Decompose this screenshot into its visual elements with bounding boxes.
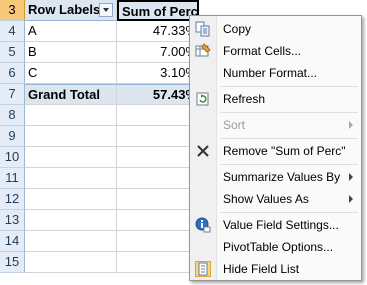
empty-cell[interactable] bbox=[117, 252, 199, 273]
value-cell[interactable]: 3.10% bbox=[117, 63, 199, 84]
menu-item-format-cells[interactable]: Format Cells... bbox=[192, 41, 359, 61]
empty-cell[interactable] bbox=[117, 147, 199, 168]
row-label-cell[interactable]: C bbox=[25, 63, 117, 84]
row-number-13[interactable]: 13 bbox=[0, 210, 25, 231]
row-labels-text: Row Labels bbox=[28, 2, 101, 17]
menu-item-refresh[interactable]: Refresh bbox=[192, 89, 359, 109]
row-label-cell[interactable]: A bbox=[25, 21, 117, 42]
menu-item-sort: Sort bbox=[192, 115, 359, 135]
field-settings-icon bbox=[195, 217, 211, 233]
empty-cell[interactable] bbox=[25, 252, 117, 273]
menu-item-value-field-settings[interactable]: Value Field Settings... bbox=[192, 215, 359, 235]
menu-item-number-format[interactable]: Number Format... bbox=[192, 63, 359, 83]
copy-icon bbox=[195, 21, 211, 37]
row-number-5[interactable]: 5 bbox=[0, 42, 25, 63]
field-list-icon bbox=[195, 261, 211, 277]
menu-item-label: Remove "Sum of Perc" bbox=[223, 144, 346, 158]
value-cell[interactable]: 47.33% bbox=[117, 21, 199, 42]
row-number-8[interactable]: 8 bbox=[0, 105, 25, 126]
menu-item-pivottable-options[interactable]: PivotTable Options... bbox=[192, 237, 359, 257]
menu-item-copy[interactable]: Copy bbox=[192, 19, 359, 39]
empty-cell[interactable] bbox=[25, 147, 117, 168]
empty-cell[interactable] bbox=[25, 126, 117, 147]
row-number-9[interactable]: 9 bbox=[0, 126, 25, 147]
row-labels-header[interactable]: Row Labels bbox=[25, 0, 117, 21]
row-number-14[interactable]: 14 bbox=[0, 231, 25, 252]
menu-item-show-values-as[interactable]: Show Values As bbox=[192, 189, 359, 209]
menu-item-label: Show Values As bbox=[223, 192, 309, 206]
menu-item-label: Sort bbox=[223, 118, 246, 132]
row-number-6[interactable]: 6 bbox=[0, 63, 25, 84]
empty-cell[interactable] bbox=[117, 126, 199, 147]
row-number-11[interactable]: 11 bbox=[0, 168, 25, 189]
empty-cell[interactable] bbox=[25, 231, 117, 252]
grand-total-value[interactable]: 57.43% bbox=[117, 84, 199, 105]
row-number-4[interactable]: 4 bbox=[0, 21, 25, 42]
menu-item-label: Copy bbox=[223, 22, 252, 36]
empty-cell[interactable] bbox=[117, 105, 199, 126]
menu-item-label: Hide Field List bbox=[223, 262, 300, 276]
empty-cell[interactable] bbox=[117, 210, 199, 231]
grand-total-label[interactable]: Grand Total bbox=[25, 84, 117, 105]
empty-cell[interactable] bbox=[117, 231, 199, 252]
context-menu: Copy Format Cells... Number Format... Re… bbox=[189, 15, 362, 281]
sum-of-perc-header[interactable]: Sum of Perc bbox=[117, 0, 199, 21]
menu-separator bbox=[220, 212, 358, 213]
row-number-10[interactable]: 10 bbox=[0, 147, 25, 168]
format-cells-icon bbox=[195, 43, 211, 59]
menu-item-label: Summarize Values By bbox=[223, 170, 341, 184]
empty-cell[interactable] bbox=[117, 168, 199, 189]
menu-item-hide-field-list[interactable]: Hide Field List bbox=[192, 259, 359, 279]
row-number-3[interactable]: 3 bbox=[0, 0, 25, 21]
row-number-15[interactable]: 15 bbox=[0, 252, 25, 273]
menu-separator bbox=[220, 86, 358, 87]
menu-item-remove-field[interactable]: Remove "Sum of Perc" bbox=[192, 141, 359, 161]
row-number-7[interactable]: 7 bbox=[0, 84, 25, 105]
row-label-cell[interactable]: B bbox=[25, 42, 117, 63]
menu-separator bbox=[220, 112, 358, 113]
filter-dropdown-icon[interactable] bbox=[99, 3, 113, 17]
empty-cell[interactable] bbox=[25, 189, 117, 210]
empty-cell[interactable] bbox=[25, 168, 117, 189]
menu-item-label: Refresh bbox=[223, 92, 266, 106]
refresh-icon bbox=[195, 91, 211, 107]
menu-item-label: Value Field Settings... bbox=[223, 218, 339, 232]
close-icon bbox=[195, 143, 211, 159]
menu-item-label: Number Format... bbox=[223, 66, 318, 80]
menu-separator bbox=[220, 164, 358, 165]
empty-cell[interactable] bbox=[25, 105, 117, 126]
empty-cell[interactable] bbox=[117, 189, 199, 210]
menu-item-summarize-values-by[interactable]: Summarize Values By bbox=[192, 167, 359, 187]
submenu-arrow-icon bbox=[349, 121, 353, 129]
menu-separator bbox=[220, 138, 358, 139]
submenu-arrow-icon bbox=[349, 195, 353, 203]
empty-cell[interactable] bbox=[25, 210, 117, 231]
submenu-arrow-icon bbox=[349, 173, 353, 181]
value-cell[interactable]: 7.00% bbox=[117, 42, 199, 63]
menu-item-label: PivotTable Options... bbox=[223, 240, 334, 254]
row-number-12[interactable]: 12 bbox=[0, 189, 25, 210]
menu-item-label: Format Cells... bbox=[223, 44, 302, 58]
